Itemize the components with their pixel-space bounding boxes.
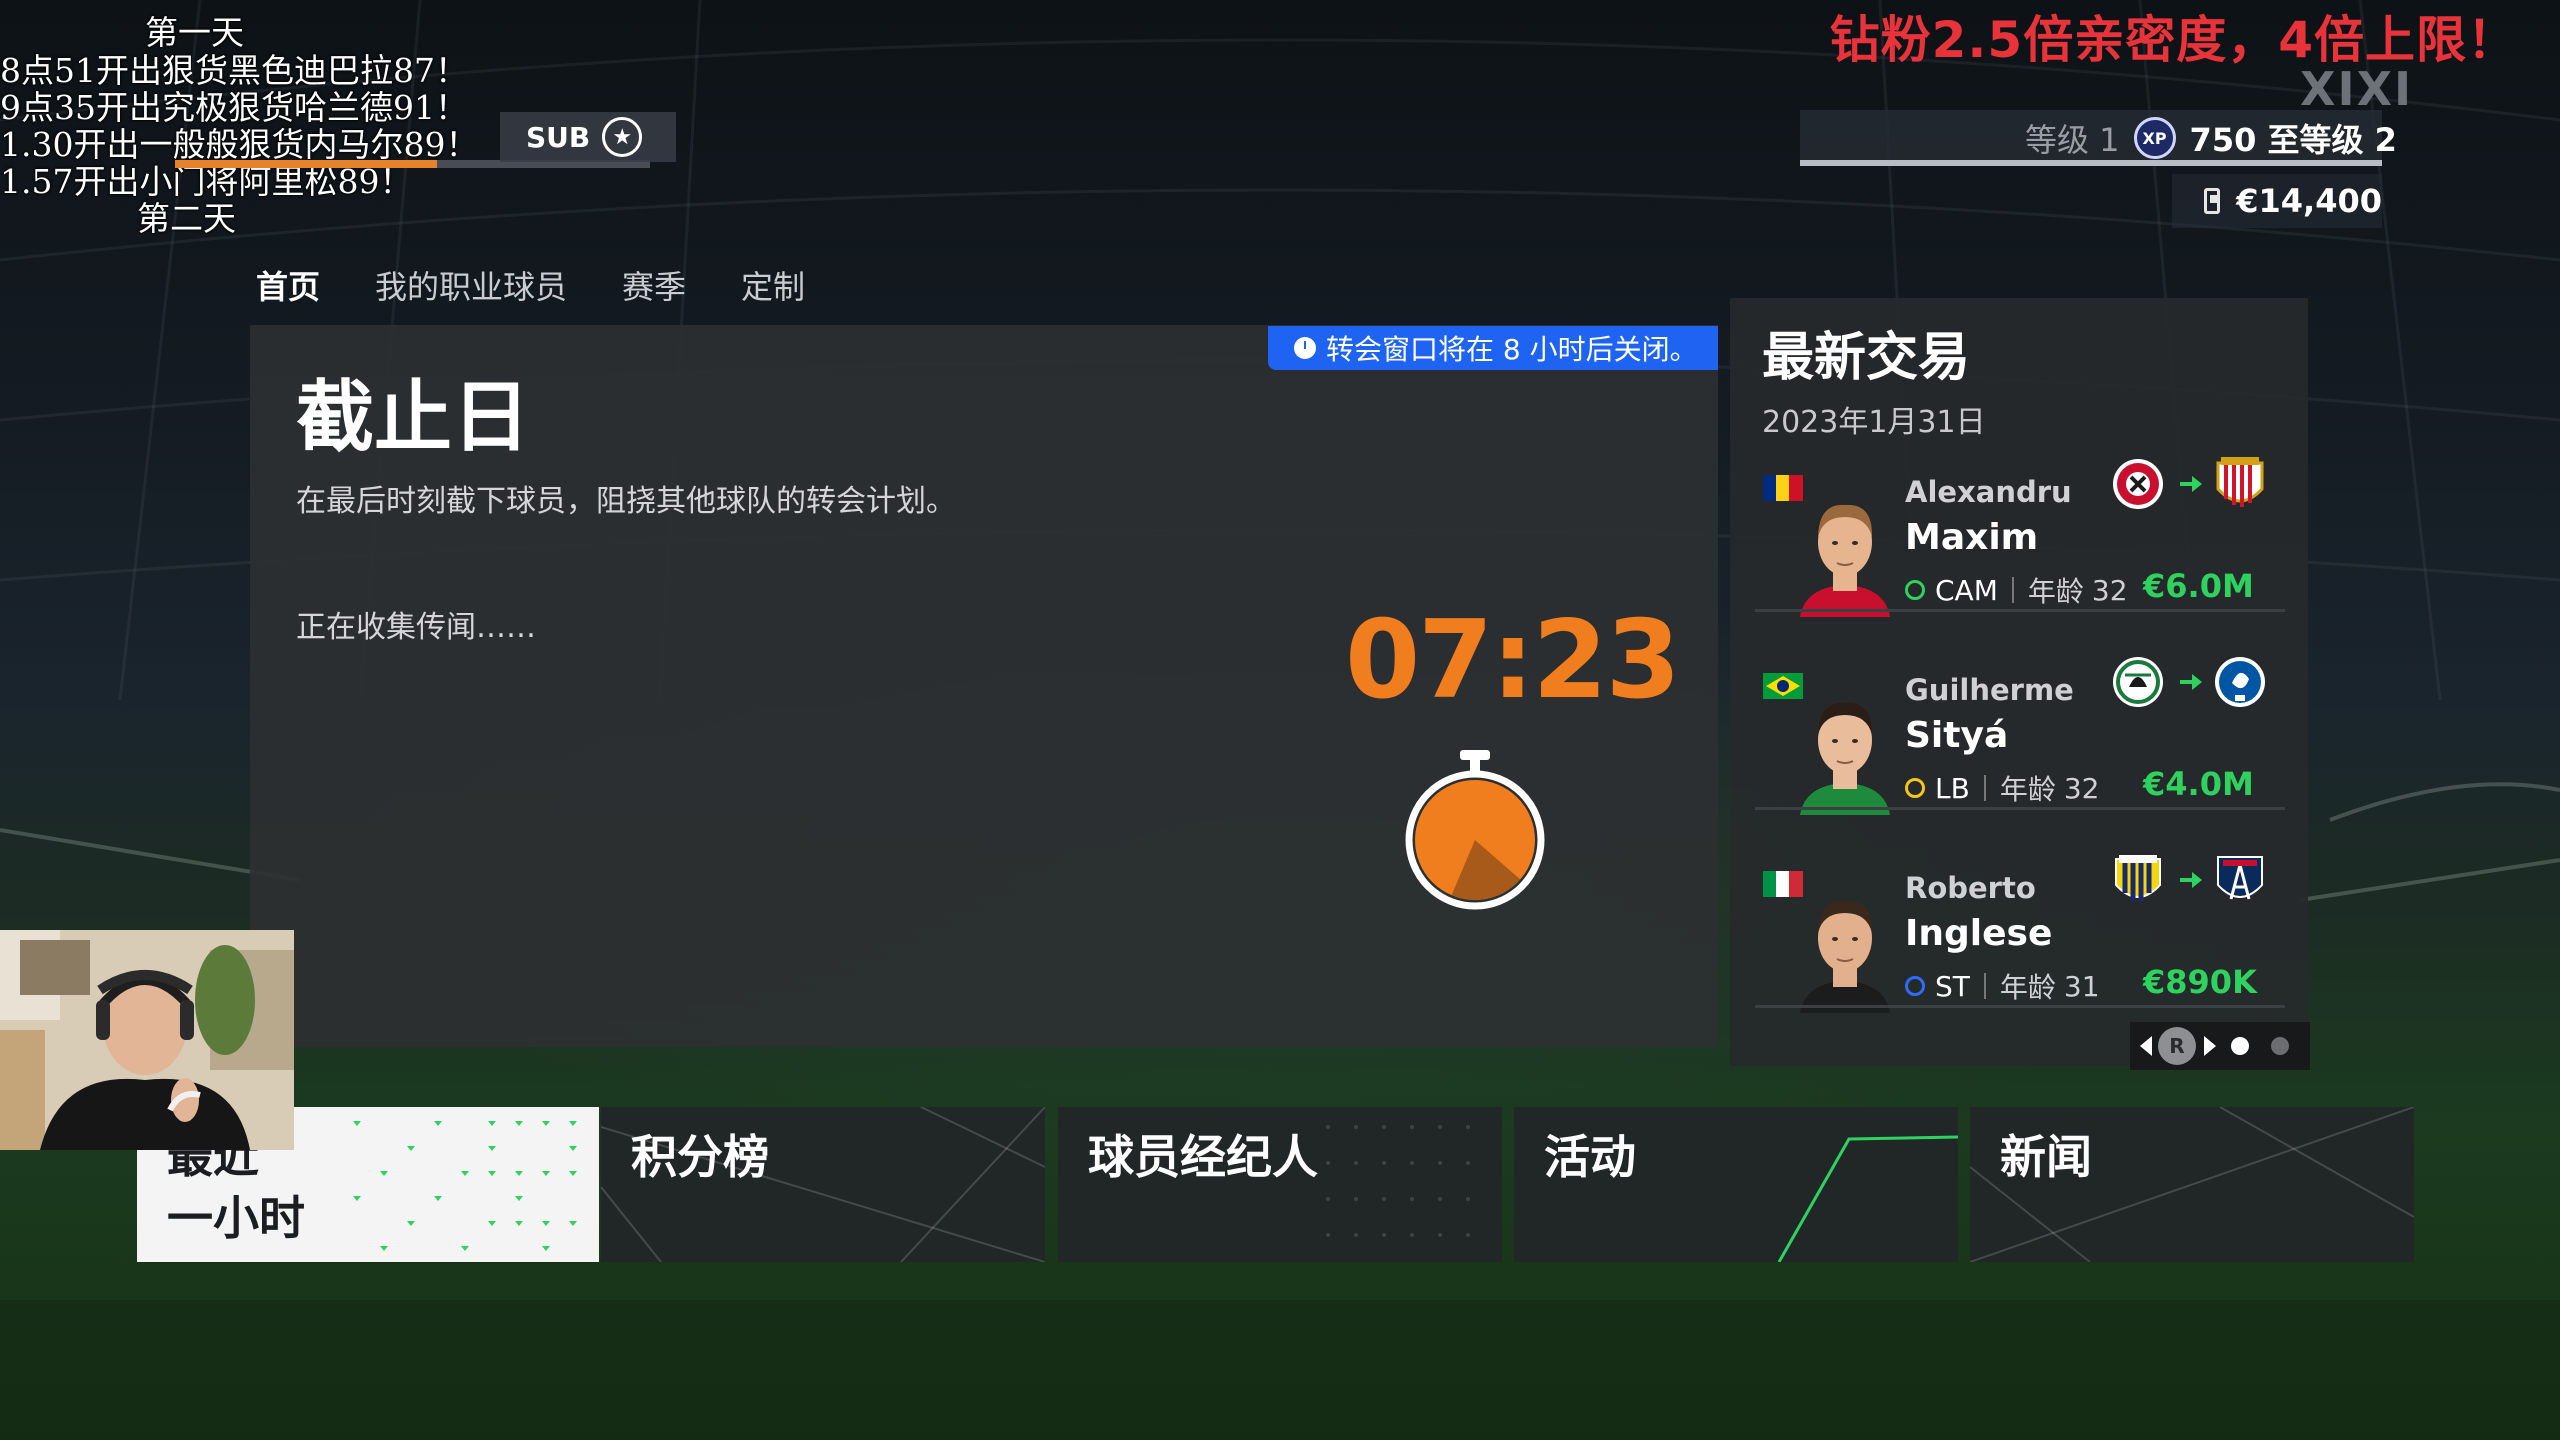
xp-to-next-level: 750 至等级 2 xyxy=(2189,121,2397,159)
player-age-label: 年龄 xyxy=(1999,773,2056,806)
row-divider xyxy=(1755,807,2285,810)
transfer-fee: €6.0M xyxy=(2143,567,2254,605)
row-divider xyxy=(1755,609,2285,612)
player-avatar xyxy=(1800,504,1890,617)
position-dot-icon xyxy=(1905,580,1925,600)
player-position: LB xyxy=(1935,771,1970,805)
player-meta: CAM 年龄 32 xyxy=(1905,570,2128,610)
player-avatar xyxy=(1800,702,1890,815)
player-age: 32 xyxy=(2091,573,2128,607)
divider xyxy=(1983,973,1986,999)
main-tabs: 首页 我的职业球员 赛季 定制 xyxy=(256,262,805,308)
countdown-timer: 07:23 xyxy=(1345,598,1681,723)
player-meta: ST 年龄 31 xyxy=(1905,966,2100,1006)
player-age: 32 xyxy=(2063,771,2100,805)
pager-dot-active[interactable] xyxy=(2231,1037,2249,1055)
from-club-crest-icon xyxy=(2113,657,2163,707)
deadline-title: 截止日 xyxy=(296,373,531,463)
to-club-crest-icon xyxy=(2215,657,2265,707)
overlay-line-6: 第二天 xyxy=(137,199,236,238)
transfer-window-notice: 转会窗口将在 8 小时后关闭。 xyxy=(1268,326,1718,370)
promo-banner: 钻粉2.5倍亲密度，4倍上限！ xyxy=(1829,11,2518,69)
from-club-crest-icon xyxy=(2113,459,2163,509)
position-dot-icon xyxy=(1905,778,1925,798)
transfers-title: 最新交易 xyxy=(1762,328,1971,388)
pager-next-icon[interactable] xyxy=(2204,1036,2216,1056)
overlay-line-3: 9点35开出究极狠货哈兰德91！ xyxy=(0,88,468,127)
transfer-item[interactable]: Roberto Inglese ST 年龄 31 €890K xyxy=(1755,851,2285,1036)
transfer-item[interactable]: Alexandru Maxim CAM 年龄 32 €6.0M xyxy=(1755,455,2285,640)
streamer-name: XIXI xyxy=(2300,62,2414,116)
player-position: CAM xyxy=(1935,573,1998,607)
player-avatar xyxy=(1800,900,1890,1013)
player-first-name: Guilherme xyxy=(1905,673,2074,707)
tile-label: 积分榜 xyxy=(631,1130,769,1184)
xp-icon: XP xyxy=(2133,117,2176,159)
transfer-item[interactable]: Guilherme Sityá LB 年龄 32 €4.0M xyxy=(1755,653,2285,838)
wallet-icon xyxy=(2204,188,2221,214)
tab-customize[interactable]: 定制 xyxy=(741,262,805,308)
player-meta: LB 年龄 32 xyxy=(1905,768,2099,808)
pager-r-button[interactable]: R xyxy=(2158,1027,2196,1065)
player-last-name: Maxim xyxy=(1905,517,2039,558)
transfers-date: 2023年1月31日 xyxy=(1762,405,1986,440)
player-age-label: 年龄 xyxy=(2027,575,2084,608)
clock-icon xyxy=(1294,337,1316,359)
player-last-name: Inglese xyxy=(1905,913,2053,954)
dot-pattern xyxy=(353,1121,577,1251)
level-label: 等级 1 xyxy=(2025,121,2120,159)
transfer-arrow-icon xyxy=(2180,476,2202,492)
tile-standings[interactable]: 积分榜 xyxy=(601,1107,1045,1262)
player-first-name: Roberto xyxy=(1905,871,2036,905)
coins-value: €14,400 xyxy=(2236,182,2382,220)
player-first-name: Alexandru xyxy=(1905,475,2072,509)
tab-season[interactable]: 赛季 xyxy=(622,262,686,308)
sub-label: SUB xyxy=(526,120,591,154)
tile-news[interactable]: 新闻 xyxy=(1970,1107,2414,1262)
level-info: 等级 1 XP 750 至等级 2 xyxy=(2025,114,2397,162)
transfer-fee: €4.0M xyxy=(2143,765,2254,803)
rumor-status: 正在收集传闻…… xyxy=(296,610,536,645)
notice-text: 转会窗口将在 8 小时后关闭。 xyxy=(1326,333,1698,366)
row-divider xyxy=(1755,1005,2285,1008)
star-icon: ★ xyxy=(602,117,643,157)
pager-prev-icon[interactable] xyxy=(2140,1036,2152,1056)
webcam-image xyxy=(0,930,294,1150)
webcam-feed xyxy=(0,930,294,1150)
divider xyxy=(1983,775,1986,801)
tile-player-agent[interactable]: 球员经纪人 xyxy=(1058,1107,1502,1262)
player-age-label: 年龄 xyxy=(1999,971,2056,1004)
player-last-name: Sityá xyxy=(1905,715,2009,756)
transfer-fee: €890K xyxy=(2143,963,2257,1001)
position-dot-icon xyxy=(1905,976,1925,996)
transfer-arrow-icon xyxy=(2180,674,2202,690)
tab-my-player[interactable]: 我的职业球员 xyxy=(375,262,567,308)
sub-badge[interactable]: SUB ★ xyxy=(500,112,676,162)
pager-dot[interactable] xyxy=(2271,1037,2289,1055)
coins-display: €14,400 xyxy=(2172,174,2382,228)
tile-activities[interactable]: 活动 xyxy=(1514,1107,1958,1262)
overlay-line-1: 第一天 xyxy=(145,13,244,52)
overlay-line-5: 1.57开出小门将阿里松89！ xyxy=(0,162,413,201)
overlay-line-4: 1.30开出一般般狠货内马尔89！ xyxy=(0,125,479,164)
transfer-arrow-icon xyxy=(2180,872,2202,888)
to-club-crest-icon xyxy=(2216,457,2264,507)
tile-label: 球员经纪人 xyxy=(1088,1130,1318,1184)
sub-progress-fill xyxy=(175,160,437,168)
player-age: 31 xyxy=(2063,969,2100,1003)
divider xyxy=(2011,577,2014,603)
to-club-crest-icon xyxy=(2217,856,2263,900)
stopwatch-icon xyxy=(1405,750,1545,910)
deadline-description: 在最后时刻截下球员，阻挠其他球队的转会计划。 xyxy=(296,484,956,519)
from-club-crest-icon xyxy=(2115,855,2161,901)
tab-home[interactable]: 首页 xyxy=(256,262,320,308)
player-position: ST xyxy=(1935,969,1970,1003)
tile-label: 活动 xyxy=(1544,1130,1636,1184)
tile-label: 新闻 xyxy=(2000,1130,2092,1184)
overlay-line-2: 8点51开出狠货黑色迪巴拉87！ xyxy=(0,51,468,90)
